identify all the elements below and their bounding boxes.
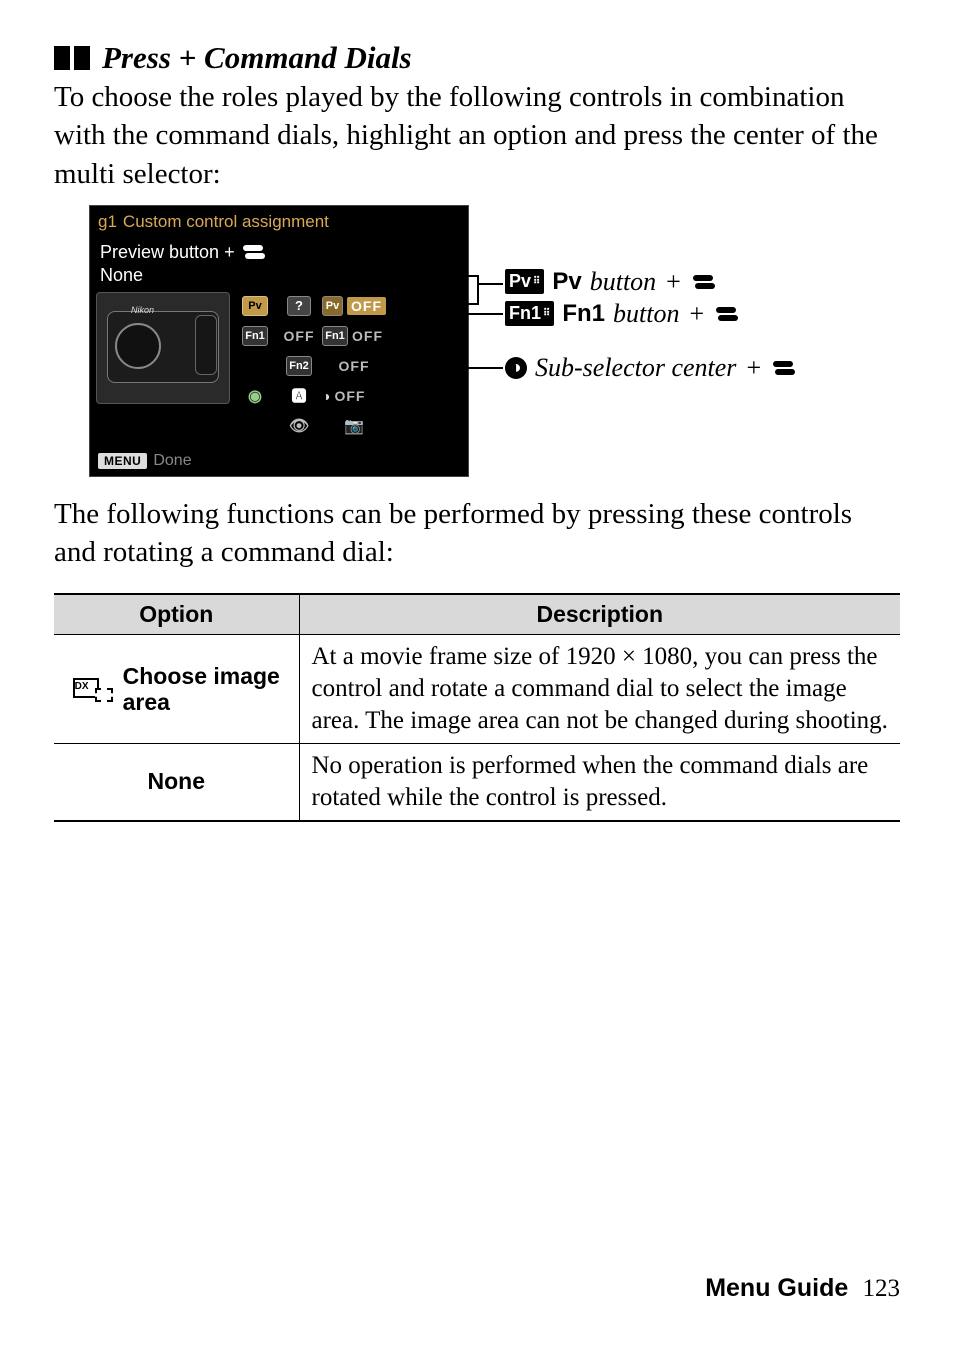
callout-pv-italic: button bbox=[590, 267, 656, 297]
menu-footer: MENU Done bbox=[90, 446, 468, 476]
control-assignment-grid: Pv ? Pv OFF Fn1 OFF Fn1 OFF bbox=[234, 292, 462, 440]
callout-fn1-italic: button bbox=[613, 299, 679, 329]
help-icon: ? bbox=[287, 296, 311, 316]
table-row: DX Choose imagearea At a movie frame siz… bbox=[54, 635, 900, 744]
col-option-header: Option bbox=[54, 594, 299, 635]
section-title: Press + Command Dials bbox=[102, 40, 412, 76]
fn2-value: OFF bbox=[339, 358, 370, 374]
subselector-icon: ◑ bbox=[322, 388, 330, 404]
record-icon: ◉ bbox=[248, 386, 262, 406]
dials-icon bbox=[771, 359, 797, 377]
camera-menu-screenshot: g1 Custom control assignment Preview but… bbox=[89, 205, 469, 477]
col-description-header: Description bbox=[299, 594, 900, 635]
callout-fn1: Fn1⠿ Fn1 button + bbox=[505, 299, 740, 329]
callout-fn1-bold: Fn1 bbox=[562, 300, 605, 328]
intro-paragraph: To choose the roles played by the follow… bbox=[54, 78, 900, 193]
callout-subselector: ◑ Sub-selector center + bbox=[505, 353, 797, 383]
pv-dials-chip: Pv bbox=[322, 296, 343, 316]
callout-pv-plus: + bbox=[666, 267, 681, 297]
footer-label: Menu Guide bbox=[705, 1274, 848, 1302]
screenshot-with-callouts: g1 Custom control assignment Preview but… bbox=[89, 205, 900, 477]
menu-sub-text: Preview button + bbox=[100, 242, 235, 263]
pv-dials-value: OFF bbox=[347, 297, 386, 315]
fn1-dials-icon: Fn1⠿ bbox=[505, 301, 554, 326]
menu-titlebar: g1 Custom control assignment bbox=[90, 206, 468, 238]
option-description: No operation is performed when the comma… bbox=[299, 744, 900, 822]
dials-icon bbox=[241, 243, 267, 261]
callout-pv-bold: Pv bbox=[552, 268, 581, 296]
option-label: Choose imagearea bbox=[123, 663, 280, 716]
callout-fn1-plus: + bbox=[689, 299, 704, 329]
page-number: 123 bbox=[863, 1275, 901, 1302]
leader-line bbox=[479, 283, 503, 285]
leader-line bbox=[463, 313, 503, 315]
menu-done-label: Done bbox=[153, 452, 191, 470]
menu-current-value: None bbox=[90, 263, 468, 292]
menu-code: g1 bbox=[98, 212, 117, 232]
option-label: None bbox=[148, 768, 206, 794]
callout-sub-plus: + bbox=[746, 353, 761, 383]
subselector-dials-icon: ◑ bbox=[505, 357, 527, 379]
fn1-value: OFF bbox=[284, 328, 315, 344]
dials-icon bbox=[691, 273, 717, 291]
section-header: Press + Command Dials bbox=[54, 40, 900, 76]
camera-diagram-icon: Nikon bbox=[96, 292, 230, 404]
table-row: None No operation is performed when the … bbox=[54, 744, 900, 822]
callout-labels: Pv⠿ Pv button + Fn1⠿ Fn1 button + ◑ Sub-… bbox=[469, 205, 900, 415]
fn1-dials-value: OFF bbox=[352, 328, 383, 344]
option-description: At a movie frame size of 1920 × 1080, yo… bbox=[299, 635, 900, 744]
fn1-dials-chip: Fn1 bbox=[322, 326, 348, 346]
page: Press + Command Dials To choose the role… bbox=[0, 0, 954, 1345]
pv-chip: Pv bbox=[242, 296, 268, 316]
page-footer: Menu Guide 123 bbox=[705, 1274, 900, 1303]
eye-icon: 👁 bbox=[289, 416, 309, 436]
menu-main-area: Nikon Pv ? Pv OFF Fn1 OFF Fn1 bbox=[90, 292, 468, 446]
fn1-chip: Fn1 bbox=[242, 326, 268, 346]
menu-title: Custom control assignment bbox=[123, 212, 329, 232]
menu-sub-label: Preview button + bbox=[90, 238, 468, 263]
subselector-value: OFF bbox=[334, 388, 365, 404]
mid-paragraph: The following functions can be performed… bbox=[54, 495, 900, 572]
camera-icon: 📷 bbox=[344, 416, 364, 436]
af-lock-icon: 🅰 bbox=[291, 385, 306, 406]
image-area-icon: DX bbox=[73, 676, 113, 702]
options-table: Option Description DX Choose imagearea A… bbox=[54, 593, 900, 822]
menu-button-label: MENU bbox=[98, 453, 147, 469]
section-marker-icon bbox=[54, 46, 90, 70]
pv-dials-icon: Pv⠿ bbox=[505, 269, 544, 294]
fn2-chip: Fn2 bbox=[286, 356, 312, 376]
leader-line bbox=[463, 367, 503, 369]
dials-icon bbox=[714, 305, 740, 323]
callout-sub-italic: Sub-selector center bbox=[535, 353, 736, 383]
callout-pv: Pv⠿ Pv button + bbox=[505, 267, 717, 297]
bracket-line bbox=[463, 275, 479, 305]
